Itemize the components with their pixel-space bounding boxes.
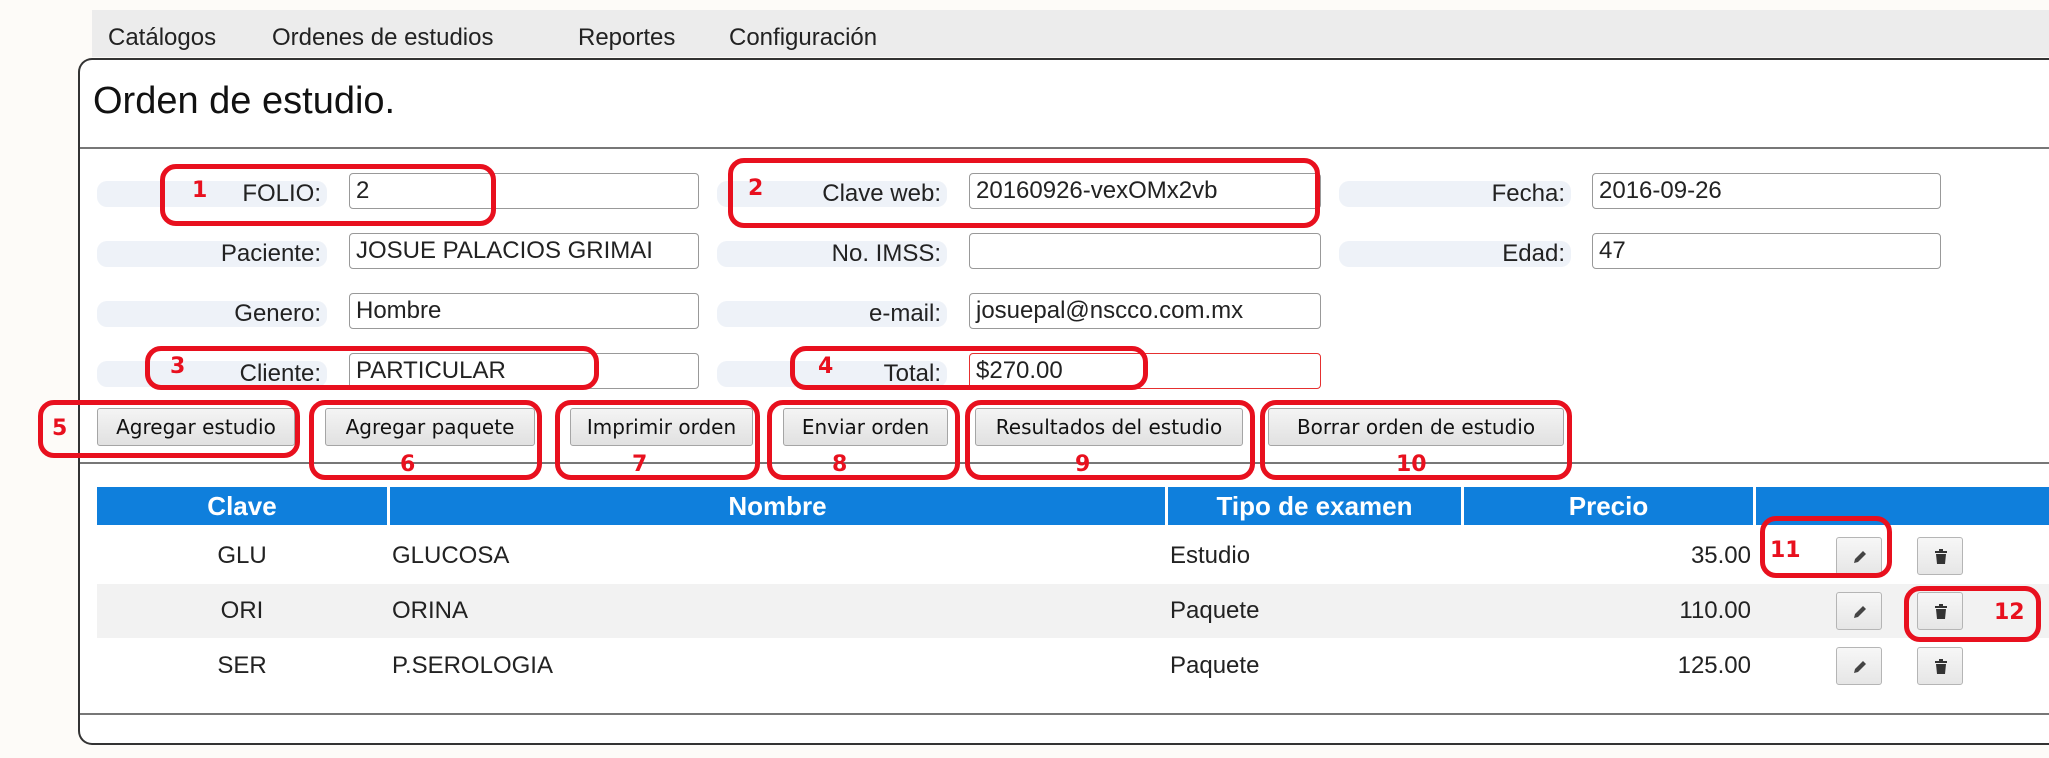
edit-row-button[interactable] bbox=[1836, 647, 1882, 685]
menu-catalogos[interactable]: Catálogos bbox=[108, 24, 216, 52]
annotation-box-9 bbox=[965, 400, 1255, 480]
table-row: ORI ORINA Paquete 110.00 bbox=[97, 584, 2049, 638]
annotation-number-5: 5 bbox=[52, 416, 68, 441]
annotation-number-10: 10 bbox=[1396, 452, 1427, 477]
annotation-number-1: 1 bbox=[192, 178, 208, 203]
page-title: Orden de estudio. bbox=[93, 80, 396, 122]
paciente-field[interactable]: JOSUE PALACIOS GRIMAI bbox=[349, 233, 699, 269]
annotation-box-4 bbox=[790, 346, 1148, 390]
annotation-box-5 bbox=[38, 400, 300, 458]
edad-field[interactable]: 47 bbox=[1592, 233, 1941, 269]
annotation-box-8 bbox=[767, 400, 960, 480]
table-row: SER P.SEROLOGIA Paquete 125.00 bbox=[97, 639, 2049, 693]
title-divider bbox=[80, 147, 2049, 149]
col-header-clave: Clave bbox=[97, 487, 387, 525]
cell-precio: 35.00 bbox=[1690, 542, 1751, 569]
paciente-label: Paciente: bbox=[97, 241, 327, 267]
genero-label: Genero: bbox=[97, 301, 327, 327]
col-header-nombre: Nombre bbox=[390, 487, 1165, 525]
edit-row-button[interactable] bbox=[1836, 592, 1882, 630]
imss-field[interactable] bbox=[969, 233, 1321, 269]
cell-tipo: Paquete bbox=[1170, 597, 1260, 624]
fecha-field[interactable]: 2016-09-26 bbox=[1592, 173, 1941, 209]
annotation-number-6: 6 bbox=[400, 452, 416, 477]
cell-precio: 125.00 bbox=[1677, 652, 1751, 679]
menu-reportes[interactable]: Reportes bbox=[578, 24, 675, 52]
cell-tipo: Estudio bbox=[1170, 542, 1251, 569]
annotation-number-2: 2 bbox=[748, 176, 764, 201]
edad-label: Edad: bbox=[1339, 241, 1571, 267]
cell-precio: 110.00 bbox=[1679, 597, 1751, 624]
menu-configuracion[interactable]: Configuración bbox=[729, 24, 877, 52]
annotation-number-7: 7 bbox=[632, 452, 648, 477]
annotation-box-3 bbox=[145, 346, 599, 390]
annotation-number-11: 11 bbox=[1770, 538, 1801, 563]
annotation-box-1 bbox=[160, 164, 496, 226]
fecha-label: Fecha: bbox=[1339, 181, 1571, 207]
col-header-tipo: Tipo de examen bbox=[1168, 487, 1461, 525]
annotation-box-7 bbox=[555, 400, 760, 480]
cell-tipo: Paquete bbox=[1170, 652, 1260, 679]
annotation-number-9: 9 bbox=[1075, 452, 1091, 477]
cell-clave: ORI bbox=[220, 597, 264, 624]
trash-icon bbox=[1935, 659, 1947, 674]
pencil-icon bbox=[1854, 606, 1866, 618]
imss-label: No. IMSS: bbox=[717, 241, 947, 267]
cell-nombre: GLUCOSA bbox=[392, 542, 510, 569]
annotation-number-4: 4 bbox=[818, 354, 834, 379]
email-field[interactable]: josuepal@nscco.com.mx bbox=[969, 293, 1321, 329]
bottom-divider bbox=[80, 713, 2049, 715]
cell-clave: GLU bbox=[217, 542, 267, 569]
delete-row-button[interactable] bbox=[1917, 647, 1963, 685]
annotation-number-8: 8 bbox=[832, 452, 848, 477]
table-row: GLU GLUCOSA Estudio 35.00 bbox=[97, 529, 2049, 583]
menu-ordenes-de-estudios[interactable]: Ordenes de estudios bbox=[272, 24, 493, 52]
col-header-precio: Precio bbox=[1464, 487, 1753, 525]
cell-nombre: P.SEROLOGIA bbox=[392, 652, 553, 679]
annotation-number-12: 12 bbox=[1994, 600, 2025, 625]
annotation-box-2 bbox=[728, 158, 1320, 228]
genero-field[interactable]: Hombre bbox=[349, 293, 699, 329]
cell-nombre: ORINA bbox=[392, 597, 469, 624]
annotation-number-3: 3 bbox=[170, 354, 186, 379]
delete-row-button[interactable] bbox=[1917, 537, 1963, 575]
trash-icon bbox=[1935, 549, 1947, 564]
email-label: e-mail: bbox=[717, 301, 947, 327]
annotation-box-6 bbox=[309, 400, 542, 480]
cell-clave: SER bbox=[217, 652, 267, 679]
pencil-icon bbox=[1854, 661, 1866, 673]
